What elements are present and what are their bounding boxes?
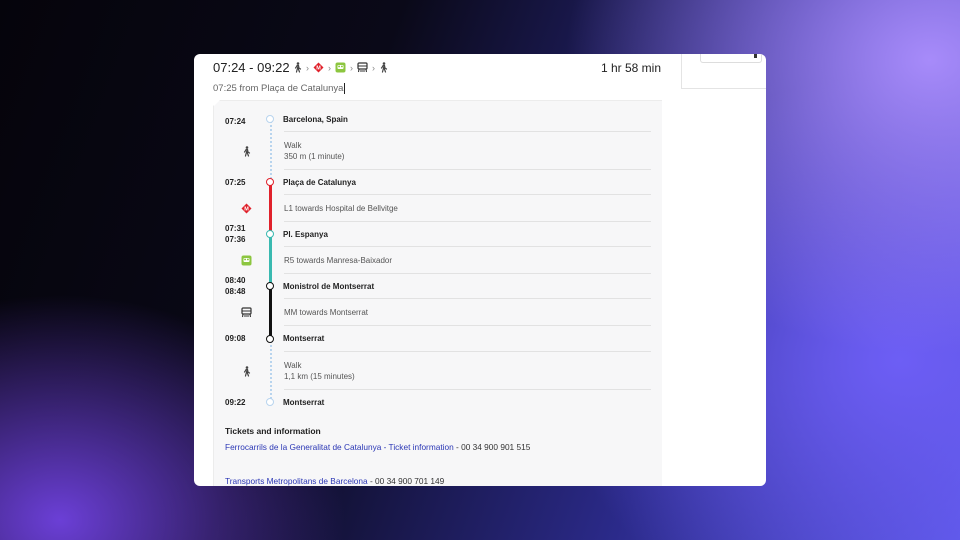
divider <box>284 325 651 326</box>
walk-icon <box>240 365 252 377</box>
walk-dotted-line <box>270 341 272 399</box>
stop-name[interactable]: Montserrat <box>283 398 324 407</box>
divider <box>284 351 651 352</box>
stop-time: 08:48 <box>225 287 246 296</box>
stop-time: 07:25 <box>225 178 246 187</box>
train-icon <box>240 254 252 266</box>
svg-text:M: M <box>316 65 321 71</box>
map-side-panel <box>681 54 766 89</box>
directions-panel: 07:24 - 09:22 › M › › › 1 hr 58 min 07:2… <box>194 54 766 486</box>
stop-node <box>266 230 274 238</box>
tmb-phone: - 00 34 900 701 149 <box>367 476 445 486</box>
leg-description: L1 towards Hospital de Bellvitge <box>284 204 398 213</box>
trip-time-range: 07:24 - 09:22 <box>213 60 290 75</box>
divider <box>284 246 651 247</box>
divider <box>284 298 651 299</box>
chevron-right-icon: › <box>350 62 353 73</box>
stop-node <box>266 282 274 290</box>
stop-time: 08:40 <box>225 276 246 285</box>
stop-name[interactable]: Barcelona, Spain <box>283 115 348 124</box>
divider <box>284 389 651 390</box>
stop-node <box>266 115 274 123</box>
divider <box>284 194 651 195</box>
leg-description: Walk <box>284 361 302 370</box>
trip-details: 07:24 Barcelona, Spain Walk 350 m (1 min… <box>213 100 662 486</box>
tickets-title: Tickets and information <box>225 426 321 436</box>
fgc-phone: - 00 34 900 901 515 <box>453 442 531 452</box>
text-cursor <box>344 83 346 94</box>
trip-duration: 1 hr 58 min <box>600 61 661 75</box>
walk-icon <box>293 62 302 73</box>
leg-description: MM towards Montserrat <box>284 308 369 317</box>
rack-railway-icon <box>357 62 368 73</box>
divider <box>284 273 651 274</box>
stop-name[interactable]: Pl. Espanya <box>283 230 328 239</box>
chevron-right-icon: › <box>328 62 331 73</box>
stop-node <box>266 335 274 343</box>
stop-time: 07:36 <box>225 235 246 244</box>
tmb-link[interactable]: Transports Metropolitans de Barcelona <box>225 476 368 486</box>
train-icon <box>335 62 346 73</box>
walk-icon <box>240 145 252 157</box>
route-icons: › M › › › <box>293 60 388 75</box>
walk-dotted-line <box>270 121 272 179</box>
details-pointer <box>208 100 220 106</box>
side-panel-control[interactable] <box>700 54 762 63</box>
svg-text:M: M <box>244 206 249 212</box>
walk-icon <box>379 62 388 73</box>
divider <box>284 131 651 132</box>
l1-line <box>269 183 272 233</box>
stop-name[interactable]: Monistrol de Montserrat <box>283 282 374 291</box>
divider <box>284 169 651 170</box>
leg-description: R5 towards Manresa-Baixador <box>284 256 393 265</box>
stop-time: 09:08 <box>225 334 246 343</box>
stop-time: 07:24 <box>225 117 246 126</box>
stop-name[interactable]: Plaça de Catalunya <box>283 178 356 187</box>
divider <box>284 221 651 222</box>
metro-icon: M <box>240 202 252 214</box>
stop-node <box>266 178 274 186</box>
chevron-right-icon: › <box>306 62 309 73</box>
leg-detail: 350 m (1 minute) <box>284 152 345 161</box>
leg-detail: 1,1 km (15 minutes) <box>284 372 355 381</box>
leg-description: Walk <box>284 141 302 150</box>
trip-summary[interactable]: 07:24 - 09:22 › M › › › 1 hr 58 min 07:2… <box>213 60 661 100</box>
r5-line <box>269 235 272 285</box>
side-panel-mark <box>754 54 757 58</box>
stop-time: 09:22 <box>225 398 246 407</box>
stop-time: 07:31 <box>225 224 246 233</box>
stop-name[interactable]: Montserrat <box>283 334 324 343</box>
departure-note: 07:25 from Plaça de Catalunya <box>213 83 346 95</box>
fgc-ticket-link[interactable]: Ferrocarrils de la Generalitat de Catalu… <box>225 442 454 452</box>
ticket-info-row: Ferrocarrils de la Generalitat de Catalu… <box>225 442 530 452</box>
ticket-info-row: Transports Metropolitans de Barcelona - … <box>225 476 444 486</box>
rack-railway-icon <box>240 306 252 318</box>
rack-line <box>269 287 272 337</box>
stop-node <box>266 398 274 406</box>
chevron-right-icon: › <box>372 62 375 73</box>
metro-icon: M <box>313 62 324 73</box>
